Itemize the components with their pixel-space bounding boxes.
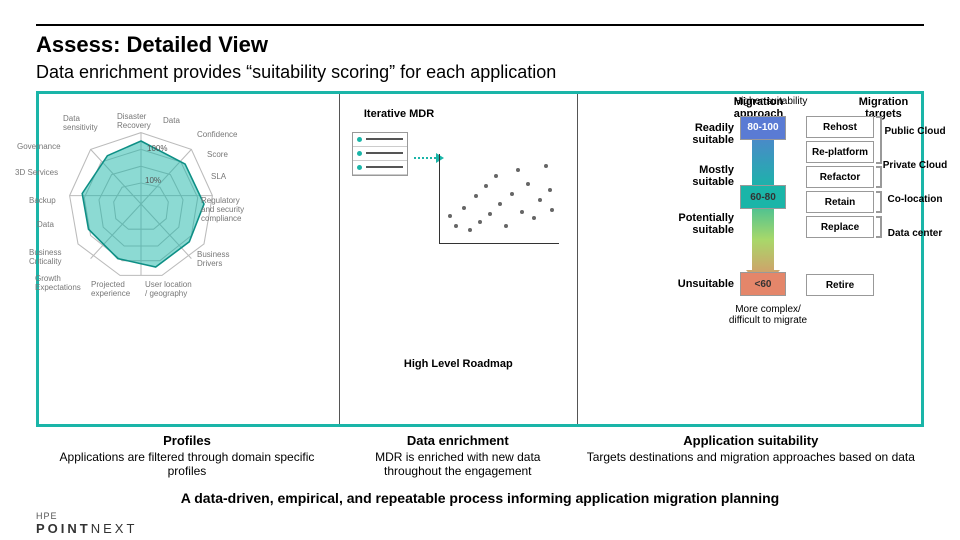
pointnext-logo: POINTNEXT (36, 521, 137, 536)
suitability-level: Mostly suitable (664, 164, 734, 188)
page-title: Assess: Detailed View (36, 32, 924, 58)
footer-statement: A data-driven, empirical, and repeatable… (36, 490, 924, 506)
mdr-list-icon (352, 132, 408, 176)
radar-chart: DisasterRecovery Data Confidence Score S… (57, 120, 225, 288)
radar-axis-label: Regulatory and security compliance (201, 196, 251, 223)
target-colocation: Co-location (878, 188, 952, 210)
approach-retire: Retire (806, 274, 874, 296)
content-frame: DisasterRecovery Data Confidence Score S… (36, 91, 924, 427)
more-complex-note: More complex/ difficult to migrate (728, 304, 808, 326)
suitability-level: Unsuitable (664, 278, 734, 290)
radar-axis-label: Business Criticality (29, 248, 69, 266)
target-public-cloud: Public Cloud (878, 120, 952, 142)
targets-column: Public Cloud Private Cloud Co-location D… (878, 120, 952, 244)
radar-tick: 100% (147, 144, 167, 153)
target-private-cloud: Private Cloud (878, 154, 952, 176)
scatter-chart (439, 154, 559, 244)
target-data-center: Data center (878, 222, 952, 244)
radar-axis-label: Confidence (197, 130, 237, 139)
radar-axis-label: Data (163, 116, 180, 125)
descriptions-row: ProfilesApplications are filtered throug… (36, 429, 924, 482)
approach-column: Rehost Re-platform Refactor Retain Repla… (806, 116, 874, 296)
approach-retain: Retain (806, 191, 874, 213)
radar-axis-label: User location / geography (145, 280, 195, 298)
col-enrichment: Iterative MDR High Level Roadmap (339, 94, 577, 424)
radar-axis-label: Governance (17, 142, 61, 151)
approach-replatform: Re-platform (806, 141, 874, 163)
desc-suitability: Application suitabilityTargets destinati… (578, 429, 924, 482)
radar-axis-label: Data (37, 220, 54, 229)
score-bar: 80-100 60-80 <60 (740, 116, 786, 296)
radar-tick: 10% (145, 176, 161, 185)
approach-rehost: Rehost (806, 116, 874, 138)
score-lt-60: <60 (740, 272, 786, 296)
radar-axis-label: Backup (29, 196, 56, 205)
page-subtitle: Data enrichment provides “suitability sc… (36, 62, 924, 83)
desc-profiles: ProfilesApplications are filtered throug… (36, 429, 338, 482)
approach-replace: Replace (806, 216, 874, 238)
col-profiles: DisasterRecovery Data Confidence Score S… (39, 94, 339, 424)
radar-axis-label: Growth Expectations (35, 274, 91, 292)
suitability-level: Potentially suitable (664, 212, 734, 236)
approach-refactor: Refactor (806, 166, 874, 188)
desc-enrichment: Data enrichmentMDR is enriched with new … (338, 429, 578, 482)
hlr-label: High Level Roadmap (404, 358, 513, 370)
mdr-label: Iterative MDR (364, 108, 434, 120)
suitability-level: Readily suitable (664, 122, 734, 146)
radar-axis-label: Projected experience (91, 280, 141, 298)
radar-axis-label: Business Drivers (197, 250, 237, 268)
radar-axis-label: DisasterRecovery (117, 112, 151, 130)
radar-axis-label: SLA (211, 172, 226, 181)
score-80-100: 80-100 (740, 116, 786, 140)
radar-axis-label: Score (207, 150, 228, 159)
radar-axis-label: Data sensitivity (63, 114, 103, 132)
hpe-logo: HPE POINTNEXT (36, 511, 137, 536)
header-rule (36, 24, 924, 26)
col-suitability: Higher suitability Migration approach Mi… (577, 94, 921, 424)
radar-axis-label: 3D Services (15, 168, 58, 177)
score-60-80: 60-80 (740, 185, 786, 209)
